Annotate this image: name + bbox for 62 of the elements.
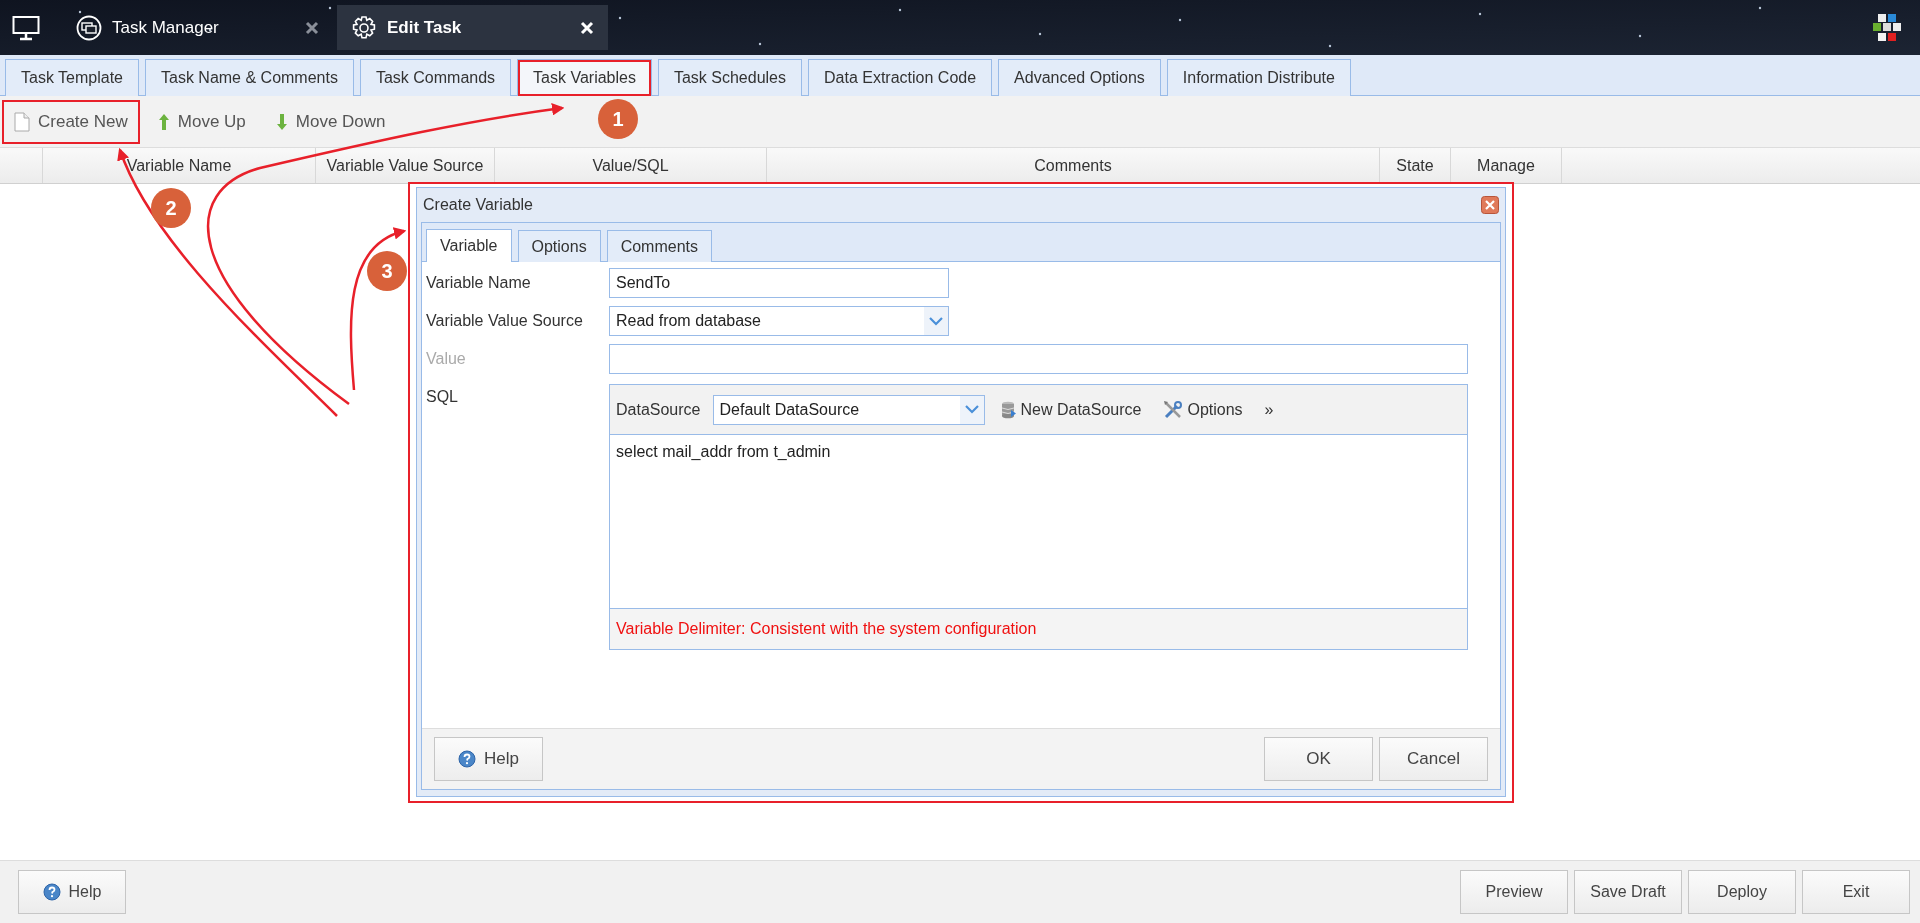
help-button[interactable]: Help	[434, 737, 543, 781]
tab[interactable]: Task Commands	[359, 59, 512, 96]
tab[interactable]: Comments	[606, 230, 712, 262]
input-field[interactable]: SendTo	[609, 268, 949, 298]
step-number: 3	[367, 251, 407, 291]
monitor-icon[interactable]	[12, 14, 40, 41]
delimiter-note: Variable Delimiter: Consistent with the system configuration	[616, 620, 1037, 638]
action-button[interactable]: Preview	[1460, 870, 1568, 914]
cubes-icon	[1872, 11, 1902, 44]
tab[interactable]: Information Distribute	[1166, 59, 1351, 96]
tab[interactable]: Advanced Options	[998, 59, 1161, 96]
toolbar-button[interactable]: Create New	[2, 99, 140, 144]
action-button[interactable]: Save Draft	[1574, 870, 1682, 914]
tab[interactable]: Task Schedules	[657, 59, 802, 96]
gear-icon	[351, 14, 377, 41]
windows-icon	[76, 14, 102, 41]
document-icon	[14, 111, 30, 132]
tab[interactable]: Task Name & Comments	[145, 59, 354, 96]
toolbar-button[interactable]: Move Up	[145, 99, 258, 144]
field-label: Value	[426, 350, 466, 368]
column-header[interactable]: Comments	[1034, 156, 1112, 175]
tab[interactable]: Data Extraction Code	[808, 59, 993, 96]
select-field[interactable]: Read from database	[609, 306, 949, 336]
database-icon	[1000, 400, 1017, 419]
toolbar-button[interactable]: Options	[1157, 393, 1249, 426]
tools-icon	[1163, 399, 1184, 420]
field-label: SQL	[426, 388, 458, 406]
field-label: Variable Name	[426, 274, 531, 292]
column-header[interactable]: Value/SQL	[592, 156, 669, 175]
tab-label[interactable]: Edit Task	[387, 17, 570, 38]
select-field[interactable]: Default DataSource	[712, 394, 985, 425]
action-button[interactable]: Deploy	[1688, 870, 1796, 914]
help-icon	[458, 750, 476, 768]
column-header[interactable]: Variable Value Source	[326, 156, 484, 175]
help-icon	[42, 883, 61, 901]
close-icon[interactable]	[305, 20, 319, 35]
datasource-label: DataSource	[616, 400, 701, 419]
help-button[interactable]: Help	[18, 870, 126, 914]
dialog-title: Create Variable	[423, 196, 533, 214]
sql-field[interactable]: select mail_addr from t_admin	[609, 435, 1468, 608]
field-label: Variable Value Source	[426, 312, 583, 330]
chevron-down-icon[interactable]	[929, 316, 943, 326]
tab[interactable]: Variable	[426, 229, 512, 262]
tab[interactable]: Task Template	[5, 59, 139, 96]
column-header[interactable]: Manage	[1477, 156, 1535, 175]
window-tab[interactable]: Edit Task	[337, 5, 608, 50]
arrow-down-icon	[275, 112, 288, 131]
chevron-down-icon[interactable]	[964, 405, 979, 414]
tab[interactable]: Task Variables	[517, 59, 652, 96]
action-button[interactable]: Exit	[1802, 870, 1910, 914]
action-button[interactable]: OK	[1264, 737, 1373, 781]
column-header[interactable]: State	[1396, 156, 1434, 175]
tab[interactable]: Options	[517, 230, 601, 262]
column-header[interactable]: Variable Name	[126, 156, 232, 175]
more-button[interactable]: »	[1258, 393, 1280, 426]
toolbar-button[interactable]: New DataSource	[994, 393, 1148, 426]
tab-label[interactable]: Task Manager	[112, 17, 295, 38]
action-button[interactable]: Cancel	[1379, 737, 1488, 781]
arrow-up-icon	[157, 112, 170, 131]
step-number: 2	[151, 188, 191, 228]
toolbar-button[interactable]: Move Down	[263, 99, 398, 144]
window-tab[interactable]: Task Manager	[62, 5, 333, 50]
